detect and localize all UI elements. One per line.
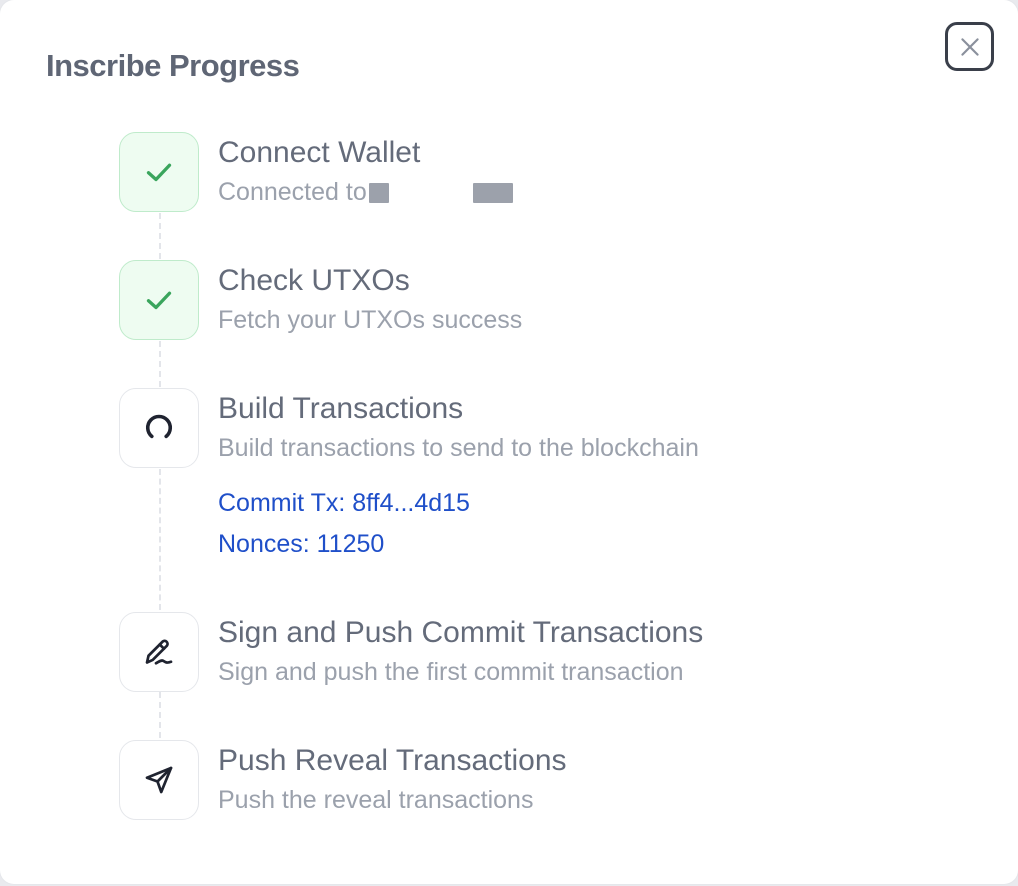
signature-icon (145, 639, 173, 665)
close-icon (960, 37, 979, 56)
close-button[interactable] (945, 22, 994, 71)
connected-to-label: Connected to (218, 178, 367, 206)
step-description: Fetch your UTXOs success (218, 306, 523, 334)
timeline-connector (159, 213, 161, 259)
check-icon (146, 291, 172, 310)
step-title: Sign and Push Commit Transactions (218, 616, 704, 649)
check-icon (146, 163, 172, 182)
step-description: Sign and push the first commit transacti… (218, 658, 684, 686)
commit-tx-link[interactable]: Commit Tx: 8ff4...4d15 (218, 489, 470, 518)
dialog-title: Inscribe Progress (46, 48, 300, 83)
timeline-connector (159, 469, 161, 610)
timeline-connector (159, 341, 161, 387)
redacted-address (472, 183, 513, 204)
step-check-utxos-status (119, 260, 199, 340)
step-title: Build Transactions (218, 392, 464, 425)
step-description: Connected to (218, 178, 513, 207)
spinner-icon (146, 414, 172, 439)
inscribe-progress-dialog: Inscribe Progress Connect Wallet Connect… (0, 0, 1018, 884)
step-connect-wallet-status (119, 132, 199, 212)
step-description: Push the reveal transactions (218, 786, 534, 814)
redacted-address (368, 183, 389, 204)
nonces-value: Nonces: 11250 (218, 530, 385, 558)
step-title: Push Reveal Transactions (218, 744, 567, 777)
timeline-connector (159, 692, 161, 738)
step-title: Check UTXOs (218, 264, 410, 297)
step-push-reveal-status (119, 740, 199, 820)
step-sign-push-status (119, 612, 199, 692)
step-title: Connect Wallet (218, 136, 421, 169)
step-build-transactions-status (119, 388, 199, 468)
send-icon (145, 766, 173, 794)
step-description: Build transactions to send to the blockc… (218, 434, 699, 462)
